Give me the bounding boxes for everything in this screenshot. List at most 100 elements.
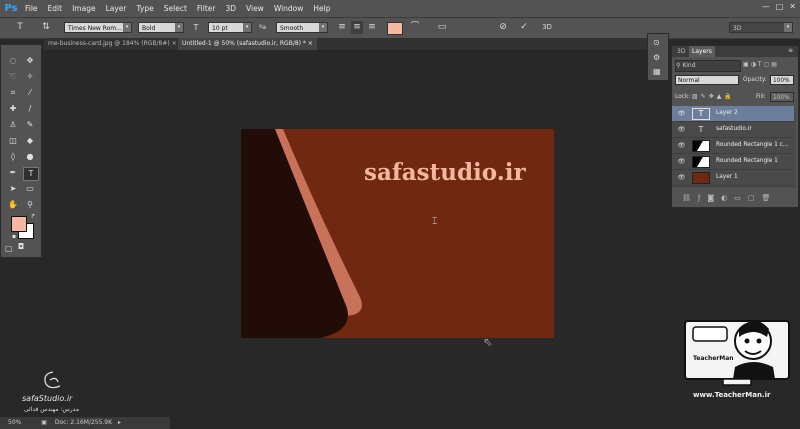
lock-icons[interactable]: ▨✎✥▲🔒 (692, 93, 735, 100)
menu-bar: Ps File Edit Image Layer Type Select Fil… (0, 0, 800, 17)
hand-tool-icon[interactable]: ✋ (6, 199, 20, 211)
rectangle-tool-icon[interactable]: ▭ (23, 183, 37, 195)
layer-actions[interactable]: ⛓ƒ◙◐▭▢🗑 (682, 194, 777, 202)
menu-select[interactable]: Select (159, 0, 192, 17)
tab-business-card[interactable]: me-business-card.jpg @ 184% (RGB/8#) × (44, 38, 181, 50)
menu-window[interactable]: Window (269, 0, 309, 17)
chevron-down-icon: ▾ (175, 23, 183, 32)
3d-text-icon[interactable]: 3D (541, 21, 553, 34)
menu-filter[interactable]: Filter (192, 0, 221, 17)
close-icon[interactable]: × (172, 40, 177, 47)
fill-input[interactable]: 100% (770, 92, 794, 102)
teacherman-watermark: TeacherMan www.TeacherMan.ir (679, 307, 797, 407)
warp-text-icon[interactable]: ⌒ (409, 21, 421, 34)
filter-icons[interactable]: ▣◑T▢▤ (743, 61, 779, 68)
clone-stamp-icon[interactable]: ♙ (6, 119, 20, 131)
foreground-color-swatch[interactable] (11, 216, 27, 232)
character-panel-icon[interactable]: ▭ (436, 21, 448, 34)
safastudio-watermark: safaStudio.ir مدرس: مهندس فدائی (18, 370, 98, 415)
layer-row-safastudio[interactable]: 👁 T safastudio.ir (672, 122, 794, 138)
chevron-down-icon: ▾ (319, 23, 327, 32)
doc-size: Doc: 2.16M/255.9K (54, 419, 113, 426)
menu-layer[interactable]: Layer (101, 0, 132, 17)
canvas-title-text[interactable]: safastudio.ir (241, 159, 554, 186)
text-orientation-icon[interactable]: ⇅ (40, 21, 52, 34)
blend-mode-select[interactable]: Normal (675, 75, 739, 85)
eyedropper-icon[interactable]: ⁄ (23, 87, 37, 99)
text-layer-icon: T (692, 108, 710, 120)
menu-file[interactable]: File (20, 0, 43, 17)
close-icon[interactable]: ✕ (789, 2, 796, 11)
layer-name: Rounded Rectangle 1 (716, 158, 778, 164)
font-size-value: 10 pt (212, 25, 228, 32)
paint-bucket-icon[interactable]: ◆ (23, 135, 37, 147)
font-size-select[interactable]: 10 pt ▾ (208, 22, 252, 33)
menu-view[interactable]: View (241, 0, 269, 17)
eye-icon[interactable]: 👁 (677, 174, 686, 181)
brush-tool-icon[interactable]: / (23, 103, 37, 115)
cancel-icon[interactable]: ⊘ (497, 21, 509, 34)
grid-panel-icon[interactable]: ▦ (653, 67, 665, 78)
screen-mode-icon[interactable]: ▢ (5, 244, 19, 255)
properties-icon[interactable]: ⚙ (653, 53, 665, 64)
text-tool-icon[interactable]: T (14, 21, 26, 34)
marquee-tool-icon[interactable]: ◌ (6, 55, 20, 67)
tab-3d[interactable]: 3D (674, 46, 688, 57)
swap-colors-icon[interactable]: ↱ (26, 211, 40, 223)
menu-3d[interactable]: 3D (220, 0, 241, 17)
minimize-icon[interactable]: — (762, 2, 770, 11)
font-family-select[interactable]: Times New Rom... ▾ (64, 22, 132, 33)
type-tool-icon[interactable]: T (23, 167, 39, 181)
status-bar: 50% ▣ Doc: 2.16M/255.9K ▸ (0, 417, 170, 429)
menu-image[interactable]: Image (67, 0, 101, 17)
opacity-input[interactable]: 100% (770, 75, 794, 85)
chevron-down-icon: ▾ (123, 23, 131, 32)
workspace-value: 3D (733, 25, 742, 32)
close-icon[interactable]: × (308, 40, 313, 47)
menu-help[interactable]: Help (308, 0, 335, 17)
workspace-select[interactable]: 3D ▾ (729, 22, 793, 33)
photoshop-logo-icon: Ps (4, 2, 18, 14)
antialias-icon: ªa (259, 23, 267, 31)
commit-icon[interactable]: ✓ (518, 21, 530, 34)
eraser-tool-icon[interactable]: ◫ (6, 135, 20, 147)
crop-tool-icon[interactable]: ⌗ (6, 87, 20, 99)
zoom-tool-icon[interactable]: ⚲ (23, 199, 37, 211)
tab-label: Untitled-1 @ 50% (safastudio.ir, RGB/8) … (182, 40, 306, 47)
eye-icon[interactable]: 👁 (677, 142, 686, 149)
align-center-icon[interactable]: ≡ (351, 21, 363, 34)
chevron-right-icon[interactable]: ▸ (114, 419, 121, 426)
tab-untitled-1[interactable]: Untitled-1 @ 50% (safastudio.ir, RGB/8) … (178, 38, 317, 50)
font-style-select[interactable]: Bold ▾ (138, 22, 184, 33)
document-canvas[interactable]: safastudio.ir ⌶ (241, 129, 554, 338)
magic-wand-icon[interactable]: ✧ (23, 71, 37, 83)
move-tool-icon[interactable]: ✥ (23, 55, 37, 67)
eye-icon[interactable]: 👁 (677, 110, 686, 117)
path-selection-icon[interactable]: ➤ (6, 183, 20, 195)
layer-filter-select[interactable]: ⚲ Kind (675, 60, 741, 72)
healing-brush-icon[interactable]: ✚ (6, 103, 20, 115)
maximize-icon[interactable]: □ (776, 2, 784, 11)
layer-row-layer-2[interactable]: 👁 T Layer 2 (672, 106, 794, 122)
blur-tool-icon[interactable]: ◊ (6, 151, 20, 163)
text-color-swatch[interactable] (387, 22, 403, 35)
layer-row-rounded-rectangle-copy[interactable]: 👁 Rounded Rectangle 1 c... (672, 138, 794, 154)
align-right-icon[interactable]: ≡ (366, 21, 378, 34)
align-left-icon[interactable]: ≡ (336, 21, 348, 34)
layer-row-rounded-rectangle[interactable]: 👁 Rounded Rectangle 1 (672, 154, 794, 170)
pen-tool-icon[interactable]: ✒ (6, 167, 20, 179)
menu-edit[interactable]: Edit (43, 0, 68, 17)
tab-layers[interactable]: Layers (689, 46, 715, 57)
info-panel-icon[interactable]: ⊙ (653, 38, 665, 49)
history-brush-icon[interactable]: ✎ (23, 119, 37, 131)
layer-name: Rounded Rectangle 1 c... (716, 142, 789, 148)
eye-icon[interactable]: 👁 (677, 158, 686, 165)
lasso-tool-icon[interactable]: ➰ (6, 71, 20, 83)
menu-type[interactable]: Type (132, 0, 159, 17)
panel-menu-icon[interactable]: ≡ (788, 47, 793, 54)
zoom-level[interactable]: 50% (0, 419, 21, 426)
layer-row-layer-1[interactable]: 👁 Layer 1 (672, 170, 794, 186)
antialias-select[interactable]: Smooth ▾ (276, 22, 328, 33)
dodge-tool-icon[interactable]: ● (23, 151, 37, 163)
eye-icon[interactable]: 👁 (677, 126, 686, 133)
